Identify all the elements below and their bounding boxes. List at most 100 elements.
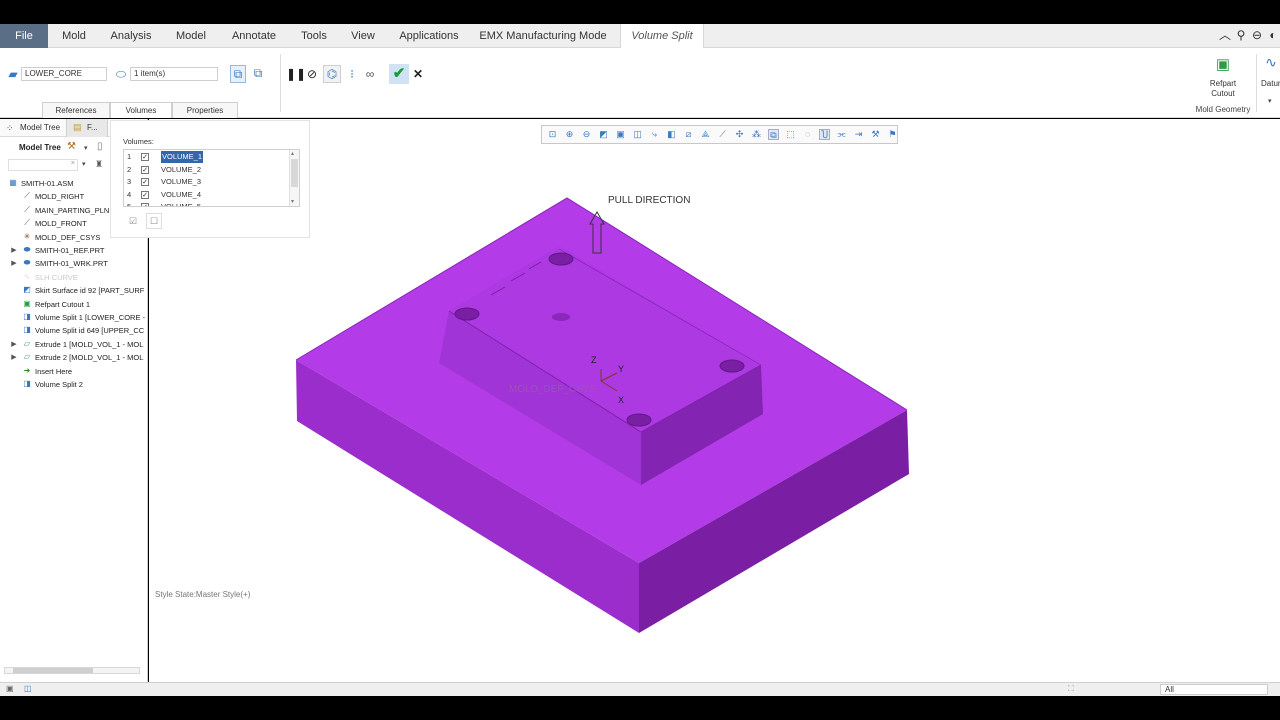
tab-volumes[interactable]: Volumes — [110, 102, 172, 118]
ok-checkmark-icon[interactable]: ✔ — [389, 64, 409, 84]
expand-arrow-icon[interactable]: ▶ — [10, 257, 18, 270]
expand-arrow-icon[interactable]: ▶ — [10, 244, 18, 257]
tool-icon[interactable]: ⚒ — [870, 129, 881, 140]
preview-icon[interactable]: ⁝ — [344, 66, 360, 82]
perspective-icon[interactable]: ◧ — [666, 129, 677, 140]
no-preview-icon[interactable]: ⊘ — [305, 66, 319, 82]
volume-include-checkbox[interactable]: ✓ — [141, 153, 149, 161]
cancel-x-icon[interactable]: ✕ — [412, 66, 424, 82]
scroll-up-icon[interactable]: ▴ — [291, 150, 294, 157]
volumes-scroll-thumb[interactable] — [291, 159, 298, 187]
volumes-scrollbar[interactable]: ▴ ▾ — [289, 150, 299, 206]
menu-mold[interactable]: Mold — [52, 24, 96, 48]
tree-item[interactable]: ▶ ▱ Extrude 1 [MOLD_VOL_1 - MOL — [0, 338, 146, 351]
expand-arrow-icon[interactable]: ▶ — [10, 351, 18, 364]
display-style-icon[interactable]: ▣ — [615, 129, 626, 140]
menu-analysis[interactable]: Analysis — [104, 24, 158, 48]
minimize-ribbon-icon[interactable]: ︿ — [1218, 28, 1232, 42]
zoom-in-icon[interactable]: ⊕ — [564, 129, 575, 140]
volume-row[interactable]: 1 ✓ VOLUME_1 — [124, 151, 294, 163]
csys-display-icon[interactable]: ⧉ — [768, 129, 779, 140]
binoculars-icon[interactable]: ♜ — [95, 159, 103, 170]
menu-view[interactable]: View — [344, 24, 382, 48]
network-icon[interactable]: ⫘ — [836, 129, 847, 140]
file-menu[interactable]: File — [0, 24, 48, 48]
plane-display-icon[interactable]: ⟋ — [717, 129, 728, 140]
axis-display-icon[interactable]: ✣ — [734, 129, 745, 140]
message-log-icon[interactable]: ▣ — [6, 684, 14, 693]
magnet-icon[interactable]: Ⴎ — [819, 129, 830, 140]
volumes-list[interactable]: 1 ✓ VOLUME_1 2 ✓ VOLUME_2 3 ✓ VOLUME_3 4 ✓ VOLUME_4… — [123, 149, 300, 207]
settings-icon[interactable]: ⊖ — [1250, 28, 1264, 42]
volume-include-checkbox[interactable]: ✓ — [141, 165, 149, 174]
refit-icon[interactable]: ⊡ — [547, 129, 558, 140]
spin-center-icon[interactable]: ◌ — [802, 129, 813, 140]
tab-model-tree[interactable]: Model Tree — [20, 123, 60, 132]
search-icon[interactable]: ⚲ — [1234, 28, 1248, 42]
tree-item[interactable]: ∿ SLH CURVE — [0, 271, 146, 284]
scrollbar-thumb[interactable] — [13, 668, 93, 673]
annotation-display-icon[interactable]: ⬚ — [785, 129, 796, 140]
datum-icon[interactable]: ∿ — [1262, 54, 1280, 70]
volume-name[interactable]: VOLUME_2 — [161, 164, 201, 176]
tree-item[interactable]: ◩ Skirt Surface id 92 [PART_SURF — [0, 284, 146, 297]
status-icon[interactable]: ◫ — [24, 684, 32, 693]
volume-name[interactable]: VOLUME_3 — [161, 176, 201, 188]
selection-icon[interactable]: ⛶ — [1068, 684, 1074, 694]
tree-columns-icon[interactable]: ▯ — [97, 141, 103, 152]
tree-item[interactable]: ➜ Insert Here — [0, 365, 146, 378]
tree-item[interactable]: ▶ ⬬ SMITH-01_WRK.PRT — [0, 257, 146, 270]
scroll-down-icon[interactable]: ▾ — [291, 198, 294, 205]
repaint-icon[interactable]: ◩ — [598, 129, 609, 140]
refpart-cutout-icon[interactable]: ▣ — [1212, 54, 1234, 76]
point-display-icon[interactable]: ⁂ — [751, 129, 762, 140]
verify-icon[interactable]: ⌬ — [323, 65, 341, 83]
arrow-display-icon[interactable]: ⇥ — [853, 129, 864, 140]
volume-include-checkbox[interactable]: ✓ — [141, 203, 149, 206]
pause-icon[interactable]: ❚❚ — [286, 66, 306, 82]
refpart-cutout-button[interactable]: Refpart Cutout — [1198, 79, 1248, 99]
tree-settings-icon[interactable]: ⚒ — [67, 141, 76, 152]
split-body-icon[interactable]: ⧉ — [250, 65, 266, 81]
section-icon[interactable]: ⧄ — [683, 129, 694, 140]
group-expand-icon[interactable]: ▾ — [1268, 97, 1272, 105]
menu-model[interactable]: Model — [166, 24, 216, 48]
tree-item[interactable]: ▶ ▱ Extrude 2 [MOLD_VOL_1 - MOL — [0, 351, 146, 364]
volume-name[interactable]: VOLUME_5 — [161, 201, 201, 206]
volume-row[interactable]: 5 ✓ VOLUME_5 — [124, 201, 294, 206]
tree-item[interactable]: ◨ Volume Split 2 — [0, 378, 146, 391]
volume-name[interactable]: VOLUME_4 — [161, 189, 201, 201]
exclude-all-icon[interactable]: ☐ — [146, 213, 162, 229]
tree-search-input[interactable]: × — [8, 159, 78, 171]
tab-properties[interactable]: Properties — [172, 102, 238, 118]
search-dropdown-icon[interactable]: ▾ — [82, 160, 86, 168]
menu-annotate[interactable]: Annotate — [224, 24, 284, 48]
glasses-icon[interactable]: ∞ — [362, 66, 378, 82]
tree-horizontal-scrollbar[interactable] — [4, 667, 140, 674]
volume-row[interactable]: 3 ✓ VOLUME_3 — [124, 176, 294, 188]
expand-arrow-icon[interactable]: ▶ — [10, 338, 18, 351]
items-collector[interactable]: 1 item(s) — [130, 67, 218, 81]
tab-volume-split[interactable]: Volume Split — [620, 24, 704, 49]
clear-search-icon[interactable]: × — [71, 160, 75, 167]
help-icon[interactable]: ◐ — [1266, 28, 1280, 42]
menu-emx-manufacturing-mode[interactable]: EMX Manufacturing Mode — [478, 24, 608, 48]
graphics-window[interactable]: PULL DIRECTION MOLD_DEF_CSYS Z Y X Style… — [149, 119, 1280, 682]
volume-name[interactable]: VOLUME_1 — [161, 151, 204, 163]
tab-folder-browser[interactable]: ▤ F... — [66, 119, 108, 137]
include-all-icon[interactable]: ☑ — [125, 213, 141, 229]
volume-row[interactable]: 4 ✓ VOLUME_4 — [124, 189, 294, 201]
datum-display-icon[interactable]: ⟁ — [700, 129, 711, 140]
split-volume-icon[interactable]: ⧉ — [230, 65, 246, 83]
tree-item[interactable]: ▶ ⬬ SMITH-01_REF.PRT — [0, 244, 146, 257]
model-tree-tab-icon[interactable]: ⁘ — [6, 123, 14, 134]
saved-views-icon[interactable]: ◫ — [632, 129, 643, 140]
menu-applications[interactable]: Applications — [392, 24, 466, 48]
menu-tools[interactable]: Tools — [292, 24, 336, 48]
volume-row[interactable]: 2 ✓ VOLUME_2 — [124, 164, 294, 176]
volume-include-checkbox[interactable]: ✓ — [141, 178, 149, 187]
datum-button[interactable]: Datum — [1261, 79, 1280, 89]
zoom-out-icon[interactable]: ⊖ — [581, 129, 592, 140]
filter-icon[interactable]: ⚑ — [887, 129, 898, 140]
tree-settings-dropdown-icon[interactable]: ▾ — [84, 144, 88, 152]
